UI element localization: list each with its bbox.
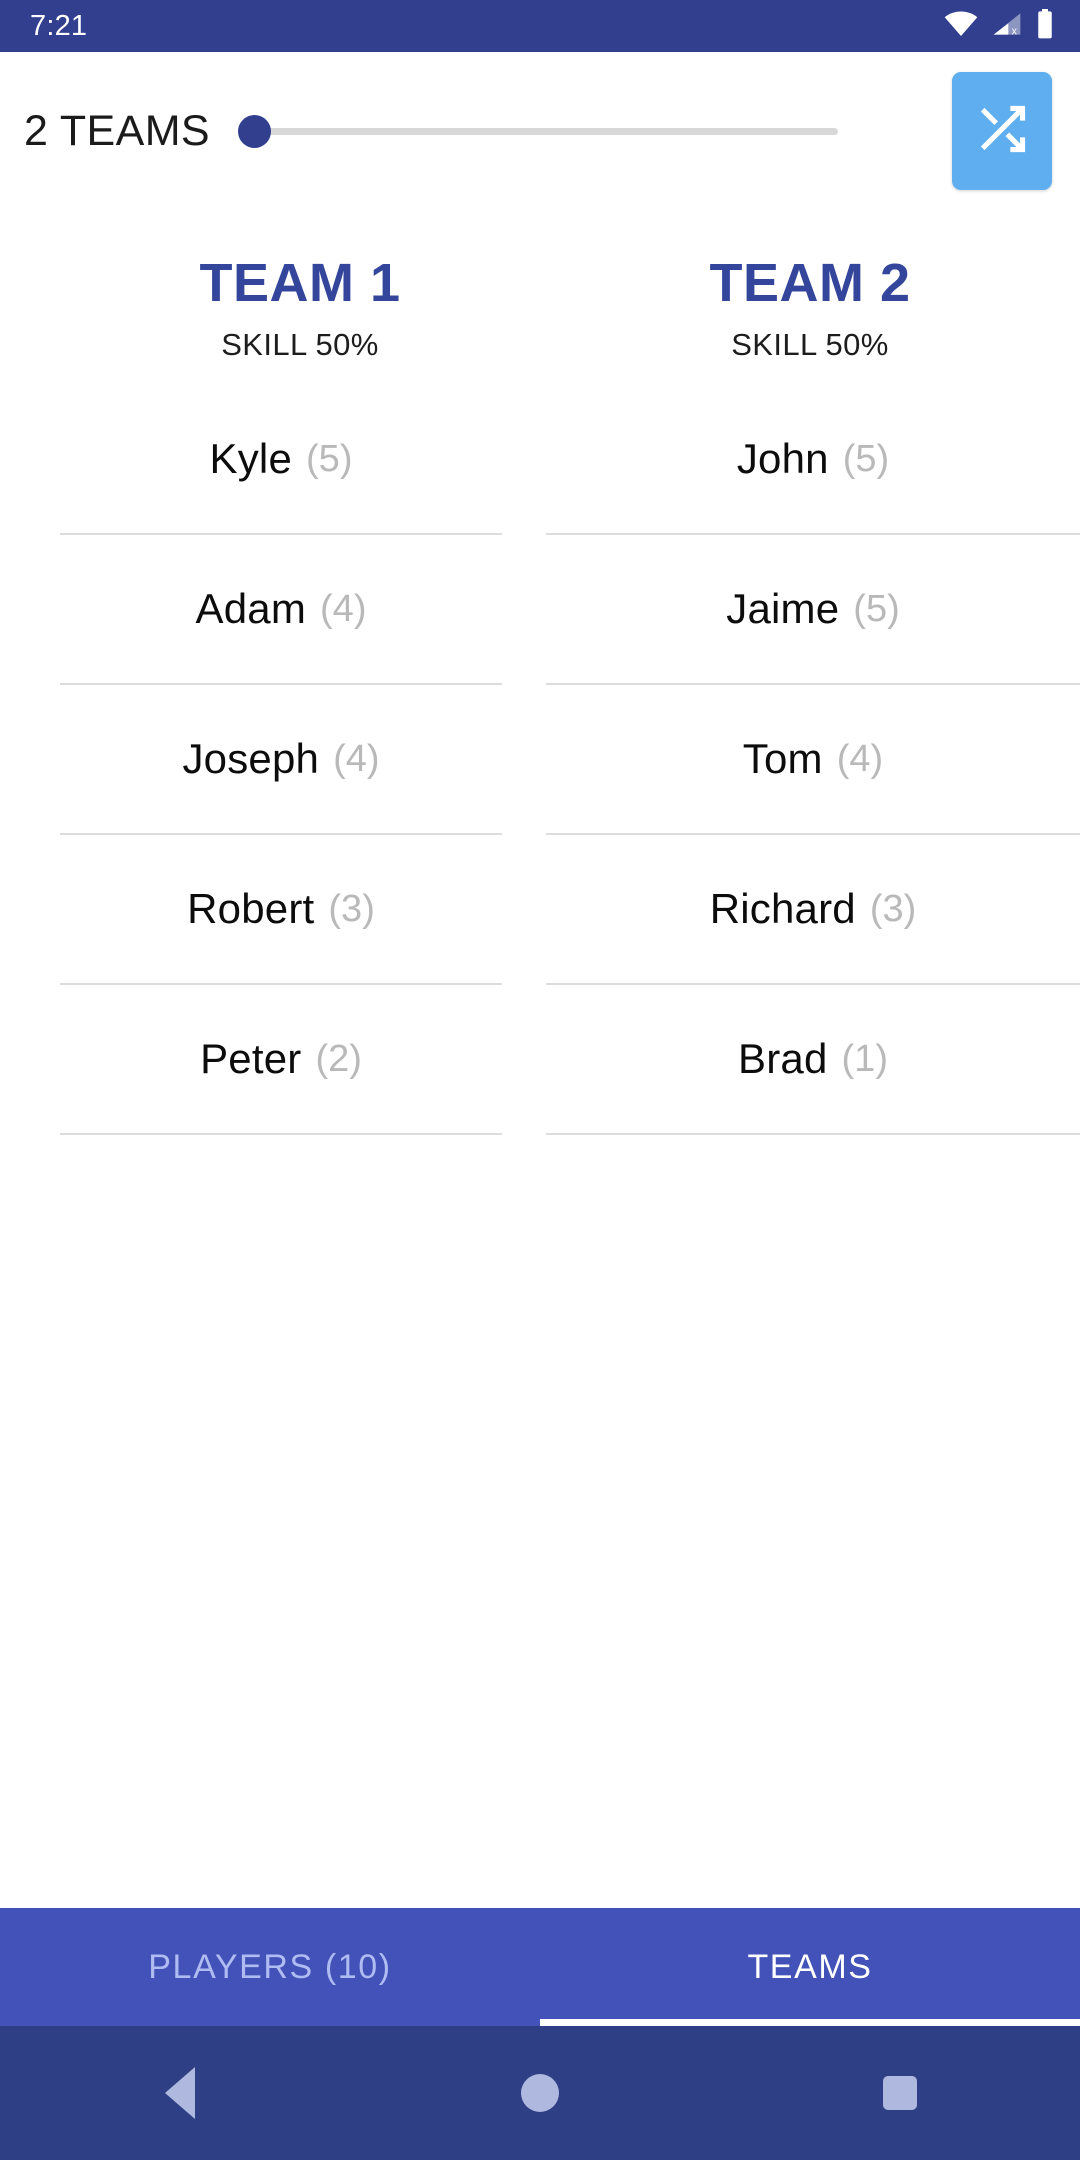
battery-icon	[1036, 8, 1054, 44]
table-row[interactable]: Tom (4)	[546, 685, 1080, 836]
team-column-2: TEAM 2 SKILL 50% John (5) Jaime (5) Tom …	[540, 253, 1080, 1136]
player-score: (5)	[306, 437, 353, 480]
svg-text:x: x	[1012, 25, 1018, 36]
back-icon	[165, 2067, 195, 2119]
slider-thumb[interactable]	[238, 114, 272, 148]
nav-recents-button[interactable]	[840, 2026, 960, 2160]
table-row[interactable]: Adam (4)	[60, 535, 502, 686]
player-score: (4)	[320, 587, 367, 630]
player-score: (4)	[333, 737, 380, 780]
teams-count-slider[interactable]	[238, 101, 922, 161]
recents-icon	[883, 2076, 917, 2110]
table-row[interactable]: Richard (3)	[546, 835, 1080, 986]
cellular-no-sim-icon: x	[991, 11, 1023, 42]
player-name: Robert	[187, 885, 315, 933]
shuffle-button[interactable]	[952, 72, 1052, 190]
team-2-skill: SKILL 50%	[731, 327, 889, 363]
android-nav-bar	[0, 2026, 1080, 2160]
team-1-player-list: Kyle (5) Adam (4) Joseph (4) Robert (3) …	[60, 385, 540, 1136]
table-row[interactable]: Brad (1)	[546, 985, 1080, 1136]
top-control-bar: 2 TEAMS	[0, 52, 1080, 210]
table-row[interactable]: Joseph (4)	[60, 685, 502, 836]
status-bar-icons: x	[944, 8, 1054, 44]
home-icon	[521, 2074, 559, 2112]
nav-back-button[interactable]	[120, 2026, 240, 2160]
bottom-tab-bar: PLAYERS (10) TEAMS	[0, 1908, 1080, 2026]
player-score: (4)	[836, 737, 884, 780]
table-row[interactable]: Robert (3)	[60, 835, 502, 986]
player-score: (3)	[328, 887, 375, 930]
player-score: (5)	[853, 587, 900, 630]
slider-track[interactable]	[252, 127, 838, 135]
status-bar: 7:21 x	[0, 0, 1080, 52]
player-name: Jaime	[726, 585, 840, 633]
status-bar-clock: 7:21	[30, 9, 88, 42]
player-name: Adam	[195, 585, 307, 633]
player-name: John	[736, 435, 829, 483]
team-2-player-list: John (5) Jaime (5) Tom (4) Richard (3) B…	[540, 385, 1080, 1136]
tab-players[interactable]: PLAYERS (10)	[0, 1908, 540, 2026]
team-1-skill: SKILL 50%	[221, 327, 379, 363]
nav-home-button[interactable]	[480, 2026, 600, 2160]
table-row[interactable]: Kyle (5)	[60, 385, 502, 536]
team-2-title: TEAM 2	[709, 253, 911, 313]
player-score: (1)	[841, 1037, 888, 1080]
player-score: (5)	[842, 437, 890, 480]
player-score: (2)	[315, 1037, 362, 1080]
player-name: Tom	[742, 735, 823, 783]
wifi-icon	[944, 11, 978, 42]
teams-count-label: 2 TEAMS	[24, 106, 211, 155]
player-name: Kyle	[209, 435, 293, 483]
player-name: Brad	[738, 1035, 828, 1083]
player-name: Peter	[200, 1035, 302, 1083]
shuffle-icon	[973, 100, 1031, 163]
player-score: (3)	[869, 887, 917, 930]
table-row[interactable]: Peter (2)	[60, 985, 502, 1136]
table-row[interactable]: John (5)	[546, 385, 1080, 536]
tab-teams[interactable]: TEAMS	[540, 1908, 1080, 2026]
player-name: Richard	[709, 885, 856, 933]
table-row[interactable]: Jaime (5)	[546, 535, 1080, 686]
team-1-title: TEAM 1	[199, 253, 401, 313]
player-name: Joseph	[182, 735, 320, 783]
app-screen: 7:21 x 2 TEAMS TEAM 1 SKILL 50% Kyle (5)…	[0, 0, 1080, 2160]
teams-container: TEAM 1 SKILL 50% Kyle (5) Adam (4) Josep…	[0, 210, 1080, 1136]
team-column-1: TEAM 1 SKILL 50% Kyle (5) Adam (4) Josep…	[0, 253, 540, 1136]
